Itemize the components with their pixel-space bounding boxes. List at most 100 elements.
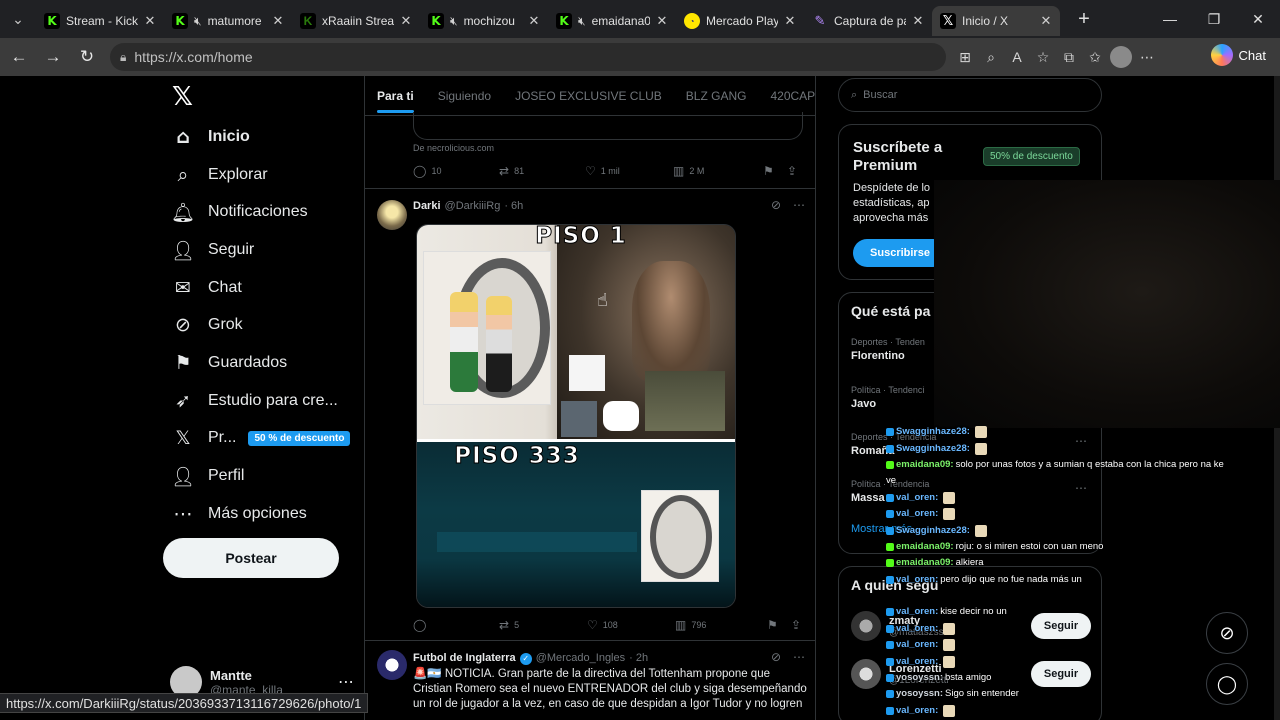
chat-message: Swagginhaze28: (886, 440, 1278, 456)
maximize-icon[interactable]: ❐ (1192, 0, 1236, 38)
tab-siguiendo[interactable]: Siguiendo (426, 76, 503, 116)
browser-tab[interactable]: ✎ Captura de pan ✕ (804, 6, 932, 36)
avatar (851, 611, 881, 641)
search-input[interactable]: ⌕ Buscar (838, 78, 1102, 112)
post-divider (365, 640, 815, 641)
url-text: https://x.com/home (134, 49, 253, 65)
grok-fab-icon[interactable]: ⊘ (1206, 612, 1248, 654)
copilot-chat-button[interactable]: Chat (1210, 44, 1266, 66)
close-tab-icon[interactable]: ✕ (654, 13, 670, 29)
trend-item[interactable]: Deportes · Tenden Florentino (851, 337, 925, 362)
nav-item-label: Guardados (208, 354, 288, 371)
refresh-icon[interactable]: ↻ (70, 40, 104, 74)
x-logo-icon[interactable]: 𝕏 (172, 82, 193, 112)
subscribe-button[interactable]: Suscribirse (853, 239, 947, 267)
address-bar[interactable]: 🔒︎ https://x.com/home (110, 43, 946, 71)
muted-speaker-icon[interactable]: 🔇︎ (578, 14, 586, 29)
tab-para-ti[interactable]: Para ti (365, 76, 426, 116)
chat-username: yosoyssn: (896, 672, 943, 684)
muted-speaker-icon[interactable]: 🔇︎ (194, 14, 202, 29)
browser-tab[interactable]: K 🔇︎ mochizou ✕ (420, 6, 548, 36)
minimize-icon[interactable]: — (1148, 0, 1192, 38)
share-icon[interactable]: ⇪ (791, 618, 801, 632)
close-tab-icon[interactable]: ✕ (526, 13, 542, 29)
nav-item-grok[interactable]: ⊘ Grok (170, 308, 243, 342)
grok-icon[interactable]: ⊘ (771, 198, 781, 212)
avatar[interactable] (377, 200, 407, 230)
messages-fab-icon[interactable]: ◯ (1206, 663, 1248, 705)
browser-tab[interactable]: K 🔇︎ emaidana0 ✕ (548, 6, 676, 36)
tab-420cap[interactable]: 420CAP (758, 76, 827, 116)
nav-item-notificaciones[interactable]: 🔔︎ Notificaciones (170, 195, 308, 229)
new-tab-button[interactable]: + (1070, 8, 1098, 31)
bookmark-icon[interactable]: ⚑ (767, 618, 791, 632)
reply-button[interactable]: ◯ 10 (413, 164, 499, 178)
nav-item-seguir[interactable]: 👤︎ Seguir (170, 233, 254, 267)
favorite-star-icon[interactable]: ☆ (1030, 49, 1056, 66)
like-button[interactable]: ♡ 1 mil (585, 164, 673, 178)
reply-icon: ◯ (413, 164, 427, 178)
more-icon[interactable]: ⋯ (793, 198, 805, 212)
close-tab-icon[interactable]: ✕ (782, 13, 798, 29)
post-author-handle[interactable]: @DarkiiiRg (445, 200, 501, 212)
browser-tab[interactable]: 𝕏 Inicio / X ✕ (932, 6, 1060, 36)
close-tab-icon[interactable]: ✕ (142, 13, 158, 29)
nav-item-explorar[interactable]: ⌕ Explorar (170, 158, 268, 192)
share-icon[interactable]: ⇪ (787, 164, 797, 178)
post-image[interactable]: PISO 1 PISO 333 (416, 224, 736, 608)
close-tab-icon[interactable]: ✕ (1038, 13, 1054, 29)
premium-desc-line: estadísticas, ap (853, 197, 930, 209)
chat-message: val_oren: (886, 703, 1278, 719)
nav-item-inicio[interactable]: ⌂ Inicio (170, 120, 250, 154)
close-tab-icon[interactable]: ✕ (910, 13, 926, 29)
trend-item[interactable]: Política · Tendenci Javo (851, 385, 924, 410)
extensions-icon[interactable]: ⧉ (1056, 49, 1082, 66)
muted-speaker-icon[interactable]: 🔇︎ (450, 14, 458, 29)
settings-more-icon[interactable]: ⋯ (1134, 49, 1160, 66)
nav-item-pr[interactable]: 𝕏 Pr... 50 % de descuento (170, 421, 351, 455)
browser-tab[interactable]: ◔ Mercado Play A ✕ (676, 6, 804, 36)
close-window-icon[interactable]: ✕ (1236, 0, 1280, 38)
close-tab-icon[interactable]: ✕ (270, 13, 286, 29)
bookmark-icon[interactable]: ⚑ (763, 164, 787, 178)
browser-tab[interactable]: K 🔇︎ matumore ✕ (164, 6, 292, 36)
grok-icon[interactable]: ⊘ (771, 650, 781, 664)
repost-button[interactable]: ⇄ 81 (499, 164, 585, 178)
apps-icon[interactable]: ⊞ (952, 49, 978, 66)
chat-username: Swagginhaze28: (896, 442, 970, 454)
profile-avatar[interactable] (1108, 46, 1134, 68)
nav-item-estudio-para-cre[interactable]: ➶ Estudio para cre... (170, 384, 338, 418)
post-author-handle[interactable]: @Mercado_Ingles (536, 652, 625, 664)
views-button[interactable]: ▥ 2 M (673, 164, 763, 178)
back-arrow-icon[interactable]: ← (2, 40, 36, 74)
more-icon[interactable]: ⋯ (793, 650, 805, 664)
read-aloud-icon[interactable]: A (1004, 49, 1030, 65)
reply-button[interactable]: ◯ (413, 618, 499, 632)
post-time[interactable]: · 2h (629, 652, 648, 664)
browser-tab[interactable]: KxRaaiin Stream ✕ (292, 6, 420, 36)
zoom-icon[interactable]: ⌕ (978, 49, 1004, 66)
nav-item-chat[interactable]: ✉ Chat (170, 271, 242, 305)
views-button[interactable]: ▥ 796 (675, 618, 767, 632)
account-name: Mantte (210, 667, 252, 683)
close-tab-icon[interactable]: ✕ (398, 13, 414, 29)
forward-arrow-icon[interactable]: → (36, 40, 70, 74)
like-button[interactable]: ♡ 108 (587, 618, 675, 632)
tab-joseo-exclusive-club[interactable]: JOSEO EXCLUSIVE CLUB (503, 76, 674, 116)
post-author-name[interactable]: Darki (413, 200, 441, 212)
post-author-name[interactable]: Futbol de Inglaterra (413, 652, 516, 664)
more-icon[interactable]: ⋯ (338, 672, 354, 692)
link-card[interactable] (413, 112, 803, 140)
kick-favicon-icon: K (172, 13, 188, 29)
post-time[interactable]: · 6h (504, 200, 523, 212)
nav-item-m-s-opciones[interactable]: ⋯ Más opciones (170, 497, 307, 531)
post-button[interactable]: Postear (163, 538, 339, 578)
tab-blz-gang[interactable]: BLZ GANG (674, 76, 759, 116)
browser-tab[interactable]: K Stream - Kick D ✕ (36, 6, 164, 36)
tab-actions-menu-icon[interactable]: ⌄ (0, 0, 36, 38)
favorites-icon[interactable]: ✩ (1082, 49, 1108, 66)
repost-button[interactable]: ⇄ 5 (499, 618, 587, 632)
nav-item-perfil[interactable]: 👤︎ Perfil (170, 459, 245, 493)
avatar[interactable] (377, 650, 407, 680)
nav-item-guardados[interactable]: ⚑ Guardados (170, 346, 287, 380)
